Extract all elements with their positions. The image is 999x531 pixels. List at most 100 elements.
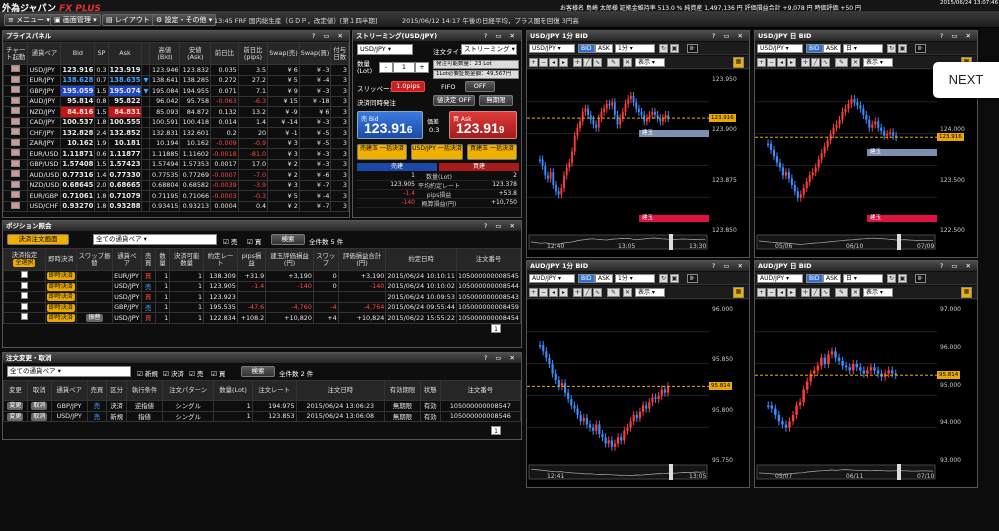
order-type-select[interactable]: ストリーミング ▾: [461, 44, 517, 55]
order-col-header[interactable]: 注文日時: [295, 380, 386, 401]
zoom-in-icon[interactable]: +: [757, 58, 766, 67]
panel-controls[interactable]: ? ▭ ✕: [484, 31, 518, 41]
price-cell[interactable]: 0.77316: [60, 169, 96, 181]
price-cell[interactable]: 195.074: [107, 85, 143, 97]
price-cell[interactable]: 0.68665: [107, 179, 143, 191]
chart-launch-icon[interactable]: [2, 200, 29, 212]
price-cell[interactable]: 10.181: [107, 137, 143, 149]
chart-launch-icon[interactable]: [2, 179, 29, 191]
next-button[interactable]: NEXT: [933, 62, 999, 98]
position-col-header[interactable]: 評価損益合計(円): [337, 248, 387, 271]
panel-controls[interactable]: ? ▭ ✕: [940, 31, 974, 41]
price-cell[interactable]: 10.162: [60, 137, 96, 149]
zoom-out-icon[interactable]: −: [539, 58, 548, 67]
no-limit-button[interactable]: 無期限: [479, 95, 513, 106]
filter-buy2-checkbox[interactable]: ☑ 買: [211, 368, 225, 378]
price-cell[interactable]: 1.57408: [60, 158, 96, 170]
pair-select[interactable]: USD/JPY ▾: [357, 44, 413, 55]
chart-bid-button[interactable]: BID: [578, 44, 595, 53]
position-search-button[interactable]: 検索: [271, 234, 305, 245]
position-col-header[interactable]: 決済可能数量: [169, 248, 205, 271]
price-row[interactable]: NZD/JPY 84.816 1.5 84.831 85.093 84.872 0.132 1…: [2, 106, 349, 118]
chart-save-icon[interactable]: ▣: [898, 274, 907, 283]
position-marker-label[interactable]: 建玉: [639, 215, 709, 222]
position-checkbox[interactable]: [3, 270, 46, 282]
chart-timeframe-select[interactable]: 日 ▾: [843, 274, 883, 283]
order-cell[interactable]: 変更: [3, 400, 28, 412]
position-col-header[interactable]: 決済指定全選択: [3, 248, 46, 271]
chart-type-icon[interactable]: ⊪: [687, 274, 698, 283]
position-checkbox[interactable]: [3, 291, 46, 303]
qty-plus-button[interactable]: +: [415, 62, 429, 73]
price-col-header[interactable]: 前日比(pips): [237, 42, 269, 65]
settle-value-toggle[interactable]: 値決定 OFF: [433, 95, 475, 106]
panel-controls[interactable]: ? ▭ ✕: [712, 31, 746, 41]
order-col-header[interactable]: 通貨ペア: [50, 380, 88, 401]
price-row[interactable]: AUD/USD 0.77316 1.4 0.77330 0.77535 0.77269 -0…: [2, 169, 349, 181]
chart-save-icon[interactable]: ▣: [670, 274, 679, 283]
panel-controls[interactable]: ? ▭ ✕: [312, 31, 346, 41]
crosshair-icon[interactable]: ✛: [801, 58, 810, 67]
pen-tool-icon[interactable]: ✎: [835, 288, 848, 297]
pair-bulk-settle-button[interactable]: USD/JPY 一括決済: [411, 144, 463, 160]
ask-buy-button[interactable]: 買 Ask 123.919: [449, 111, 517, 139]
chart-grid-icon[interactable]: ▦: [733, 57, 744, 68]
erase-icon[interactable]: ✕: [623, 288, 632, 297]
price-cell[interactable]: 84.816: [60, 106, 96, 118]
chart-launch-icon[interactable]: [2, 137, 29, 149]
position-col-header[interactable]: 即時決済: [44, 248, 77, 271]
scroll-right-icon[interactable]: ▸: [787, 288, 796, 297]
positions-page-number[interactable]: 1: [491, 324, 501, 333]
price-cell[interactable]: 95.822: [107, 95, 143, 107]
chart-save-icon[interactable]: ▣: [670, 44, 679, 53]
position-row[interactable]: 即時決済 USD/JPY 買 1 1 123.923 2015/06/24 10:09:53…: [3, 291, 522, 303]
chart-ask-button[interactable]: ASK: [595, 274, 613, 283]
chart-launch-icon[interactable]: [2, 169, 29, 181]
order-row[interactable]: 変更 取消 USD/JPY 売新規 指値 シングル 1 123.853 2015/06/24 1…: [3, 410, 522, 422]
price-row[interactable]: CAD/JPY 100.537 1.8 100.555 100.591 100.418 0.…: [2, 116, 349, 128]
price-col-header[interactable]: チャート起動: [2, 42, 29, 65]
chart-launch-icon[interactable]: [2, 64, 29, 76]
position-marker-label[interactable]: 建玉: [867, 215, 937, 222]
price-cell[interactable]: 132.852: [107, 127, 143, 139]
panel-controls[interactable]: ? ▭ ✕: [484, 353, 518, 363]
chart-launch-icon[interactable]: [2, 106, 29, 118]
order-cell[interactable]: 取消: [26, 400, 52, 412]
sell-bulk-settle-button[interactable]: 売建玉 一括決済: [357, 144, 407, 160]
price-row[interactable]: EUR/USD 1.11871 0.6 1.11877 1.11885 1.11602 -0…: [2, 148, 349, 160]
price-row[interactable]: NZD/USD 0.68645 2.0 0.68665 0.68804 0.68582 -0…: [2, 179, 349, 191]
price-col-header[interactable]: Ask: [107, 42, 143, 65]
position-col-header[interactable]: スワップ振替: [75, 248, 114, 271]
order-search-button[interactable]: 検索: [241, 366, 275, 377]
filter-buy-checkbox[interactable]: ☑ 買: [247, 236, 261, 246]
position-cell[interactable]: 即時決済: [44, 291, 77, 303]
chart-type-icon[interactable]: ⊪: [915, 44, 926, 53]
chart-grid-icon[interactable]: ▦: [961, 287, 972, 298]
scroll-left-icon[interactable]: ◂: [549, 288, 558, 297]
menu-button[interactable]: ≡ メニュー ▾: [4, 14, 54, 26]
price-col-header[interactable]: Swap(売): [267, 42, 300, 65]
chart-display-button[interactable]: 表示 ▾: [863, 58, 893, 67]
indicator-icon[interactable]: ∿: [821, 58, 830, 67]
position-row[interactable]: 即時決済 GBP/JPY 売 1 1 195.535 -47.6 -4,760 -4 -4,764…: [3, 301, 522, 313]
price-col-header[interactable]: [141, 42, 151, 65]
position-col-header[interactable]: 約定レート: [203, 248, 238, 271]
filter-new-checkbox[interactable]: ☑ 新規: [137, 368, 158, 378]
chart-timeframe-select[interactable]: 1分 ▾: [615, 274, 655, 283]
candlestick-chart[interactable]: 125.000124.000123.500122.500123.916建玉建玉0…: [755, 70, 977, 257]
qty-minus-button[interactable]: -: [379, 62, 393, 73]
order-col-header[interactable]: 変更: [3, 380, 28, 401]
zoom-in-icon[interactable]: +: [529, 288, 538, 297]
erase-icon[interactable]: ✕: [851, 58, 860, 67]
chart-refresh-icon[interactable]: ↻: [659, 44, 668, 53]
position-cell[interactable]: 即時決済: [44, 270, 77, 282]
order-col-header[interactable]: 注文パターン: [161, 380, 215, 401]
position-row[interactable]: 即時決済 EUR/JPY 買 1 1 138.309 +31.9 +3,190 0 +3,190 2…: [3, 270, 522, 282]
settle-order-screen-button[interactable]: 決済注文画面: [7, 234, 69, 245]
order-col-header[interactable]: 取消: [26, 380, 52, 401]
zoom-in-icon[interactable]: +: [529, 58, 538, 67]
price-col-header[interactable]: Swap(買): [298, 42, 332, 65]
price-col-header[interactable]: 安値(Ask): [179, 42, 212, 65]
price-cell[interactable]: 123.919: [107, 64, 143, 76]
order-col-header[interactable]: 注文番号: [439, 380, 522, 401]
